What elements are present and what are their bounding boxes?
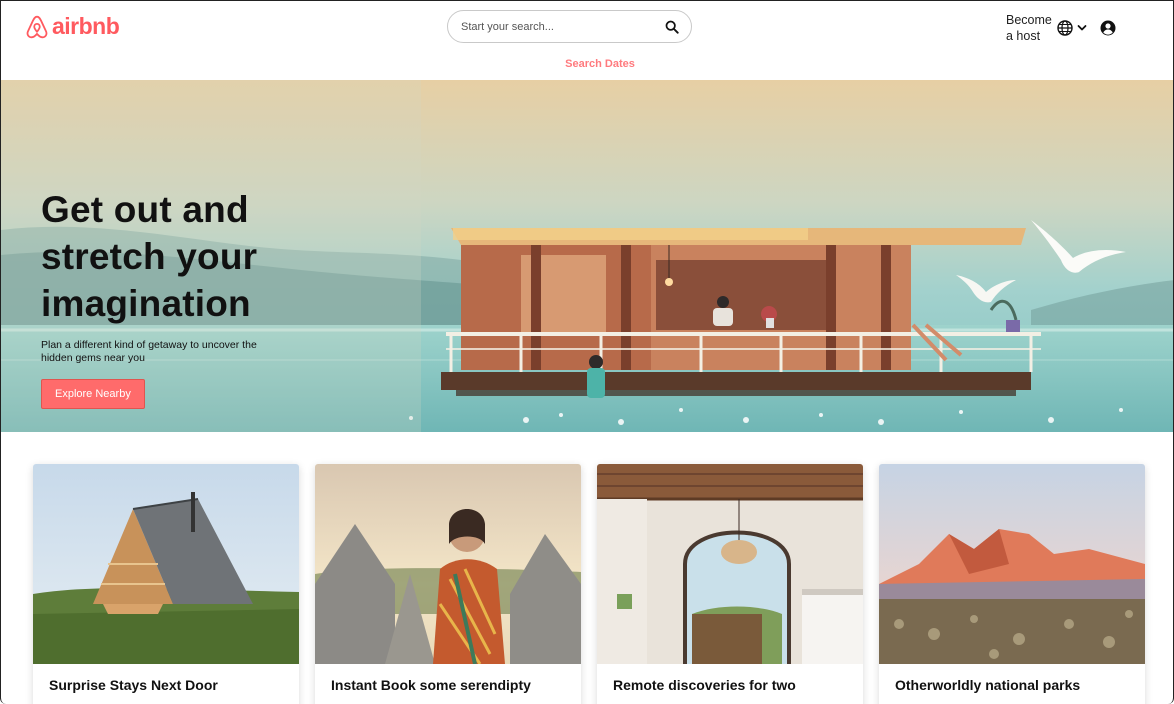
become-host-link[interactable]: Become a host: [1006, 12, 1056, 44]
airbnb-logo-icon: [26, 15, 48, 38]
hero-banner: Get out and stretch your imagination Pla…: [1, 80, 1173, 432]
card-instant-book[interactable]: Instant Book some serendipty: [315, 464, 581, 704]
hero-title: Get out and stretch your imagination: [41, 189, 258, 324]
card-image-woman-trulli: [315, 464, 581, 664]
airbnb-logo[interactable]: airbnb: [26, 13, 120, 40]
card-description: [895, 699, 1145, 704]
header-actions: Become a host: [1006, 12, 1116, 44]
card-title: Instant Book some serendipty: [331, 677, 531, 693]
explore-nearby-button[interactable]: Explore Nearby: [41, 379, 145, 409]
search-dates-link: Search Dates: [1, 58, 1173, 70]
search-icon[interactable]: [665, 20, 679, 34]
hero-subtitle: Plan a different kind of getaway to unco…: [41, 339, 257, 364]
experience-cards: Surprise Stays Next Door Instant Book so…: [33, 464, 1145, 704]
header: airbnb Search Dates Become a host: [1, 1, 1173, 79]
browser-frame: airbnb Search Dates Become a host: [0, 0, 1174, 704]
card-remote-discoveries[interactable]: Remote discoveries for two: [597, 464, 863, 704]
user-menu[interactable]: [1100, 20, 1116, 36]
search-input[interactable]: [461, 20, 665, 33]
search-bar[interactable]: [447, 10, 692, 43]
card-image-desert-mountains: [879, 464, 1145, 664]
brand-name: airbnb: [52, 13, 120, 39]
card-national-parks[interactable]: Otherworldly national parks: [879, 464, 1145, 704]
card-title: Remote discoveries for two: [613, 677, 796, 693]
globe-icon: [1057, 20, 1073, 36]
card-description: [331, 699, 581, 704]
card-surprise-stays[interactable]: Surprise Stays Next Door: [33, 464, 299, 704]
card-description: [49, 699, 299, 704]
card-title: Otherworldly national parks: [895, 677, 1081, 693]
user-circle-icon: [1100, 20, 1116, 36]
card-description: [613, 699, 863, 704]
card-title: Surprise Stays Next Door: [49, 677, 218, 693]
language-selector[interactable]: [1057, 20, 1088, 36]
chevron-down-icon: [1077, 25, 1087, 31]
hero-content: Get out and stretch your imagination Pla…: [41, 186, 301, 409]
card-image-kitchen-arch: [597, 464, 863, 664]
card-image-a-frame-cabin: [33, 464, 299, 664]
search-dates-label[interactable]: Search Dates: [565, 58, 635, 70]
